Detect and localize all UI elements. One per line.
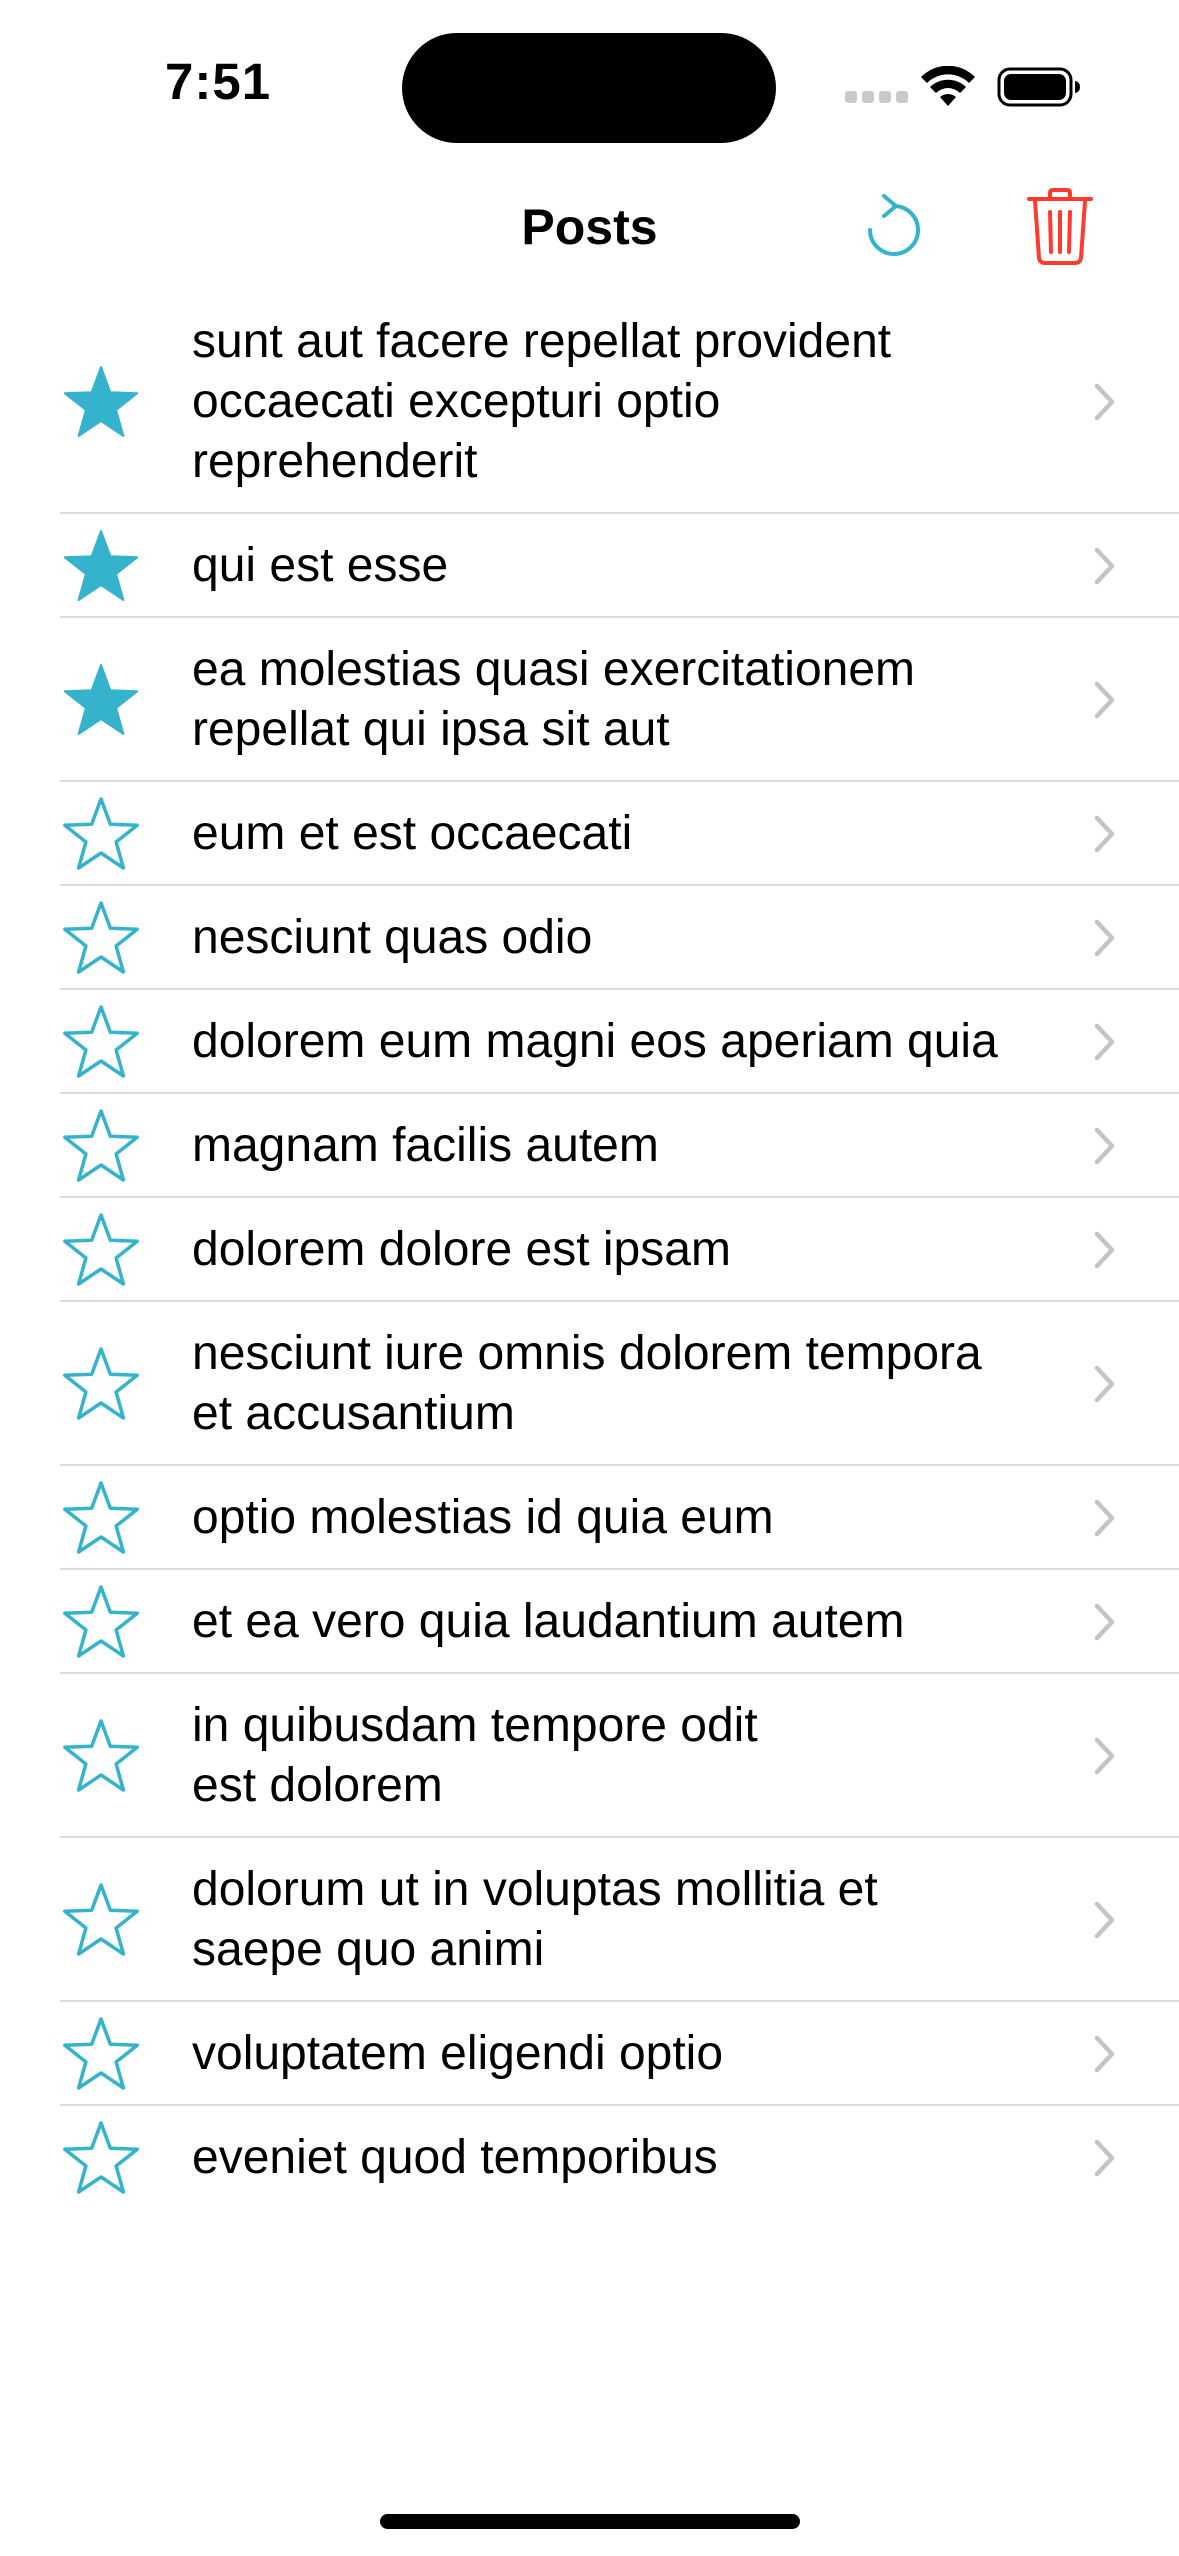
post-row[interactable]: nesciunt quas odio [0,886,1179,990]
home-indicator[interactable] [380,2514,800,2529]
post-title: in quibusdam tempore odit est dolorem [192,1699,758,1812]
post-row[interactable]: sunt aut facere repellat provident occae… [0,290,1179,514]
wifi-icon [921,66,975,106]
post-title: dolorem dolore est ipsam [192,1223,731,1276]
star-outline-icon[interactable] [62,1108,140,1184]
star-outline-icon[interactable] [62,2016,140,2092]
post-title: ea molestias quasi exercitationem repell… [192,643,916,756]
star-outline-icon[interactable] [62,1718,140,1794]
status-time: 7:51 [165,53,272,110]
battery-icon [997,67,1080,107]
star-outline-icon[interactable] [62,1004,140,1080]
chevron-right-icon [1093,814,1117,854]
cellular-signal-icon [845,91,908,103]
post-title: optio molestias id quia eum [192,1491,774,1544]
chevron-right-icon [1093,1022,1117,1062]
chevron-right-icon [1093,546,1117,586]
chevron-right-icon [1093,1364,1117,1404]
post-row[interactable]: dolorum ut in voluptas mollitia et saepe… [0,1838,1179,2002]
refresh-icon [868,194,920,256]
post-title: magnam facilis autem [192,1119,659,1172]
chevron-right-icon [1093,2138,1117,2178]
post-title: dolorem eum magni eos aperiam quia [192,1015,998,1068]
star-filled-icon[interactable] [62,662,140,738]
post-title: eveniet quod temporibus [192,2131,718,2184]
chevron-right-icon [1093,1602,1117,1642]
star-filled-icon[interactable] [62,528,140,604]
status-bar: 7:51 [0,0,1179,170]
star-outline-icon[interactable] [62,796,140,872]
post-row[interactable]: eum et est occaecati [0,782,1179,886]
post-row[interactable]: optio molestias id quia eum [0,1466,1179,1570]
star-outline-icon[interactable] [62,1584,140,1660]
post-title: et ea vero quia laudantium autem [192,1595,905,1648]
post-list: sunt aut facere repellat provident occae… [0,290,1179,2210]
chevron-right-icon [1093,1736,1117,1776]
star-outline-icon[interactable] [62,900,140,976]
star-filled-icon[interactable] [62,364,140,440]
post-title: sunt aut facere repellat provident occae… [192,315,892,488]
chevron-right-icon [1093,2034,1117,2074]
star-outline-icon[interactable] [62,1480,140,1556]
post-row[interactable]: voluptatem eligendi optio [0,2002,1179,2106]
chevron-right-icon [1093,1230,1117,1270]
post-title: eum et est occaecati [192,807,633,860]
chevron-right-icon [1093,1126,1117,1166]
chevron-right-icon [1093,1900,1117,1940]
post-row[interactable]: ea molestias quasi exercitationem repell… [0,618,1179,782]
chevron-right-icon [1093,382,1117,422]
chevron-right-icon [1093,918,1117,958]
delete-all-button[interactable] [1017,184,1103,270]
star-outline-icon[interactable] [62,1212,140,1288]
post-row[interactable]: qui est esse [0,514,1179,618]
post-title: dolorum ut in voluptas mollitia et saepe… [192,1863,878,1976]
refresh-button[interactable] [852,188,932,268]
navigation-bar: Posts [0,170,1179,290]
post-row[interactable]: in quibusdam tempore odit est dolorem [0,1674,1179,1838]
post-row[interactable]: dolorem eum magni eos aperiam quia [0,990,1179,1094]
post-row[interactable]: et ea vero quia laudantium autem [0,1570,1179,1674]
star-outline-icon[interactable] [62,1346,140,1422]
page-title: Posts [521,199,658,255]
chevron-right-icon [1093,1498,1117,1538]
star-outline-icon[interactable] [62,1882,140,1958]
post-title: voluptatem eligendi optio [192,2027,724,2080]
post-row[interactable]: dolorem dolore est ipsam [0,1198,1179,1302]
post-row[interactable]: magnam facilis autem [0,1094,1179,1198]
dynamic-island [402,33,776,143]
post-title: nesciunt iure omnis dolorem tempora et a… [192,1327,982,1440]
post-title: qui est esse [192,539,449,592]
chevron-right-icon [1093,680,1117,720]
post-row[interactable]: nesciunt iure omnis dolorem tempora et a… [0,1302,1179,1466]
post-row[interactable]: eveniet quod temporibus [0,2106,1179,2210]
star-outline-icon[interactable] [62,2120,140,2196]
post-title: nesciunt quas odio [192,911,593,964]
trash-icon [1027,188,1093,265]
